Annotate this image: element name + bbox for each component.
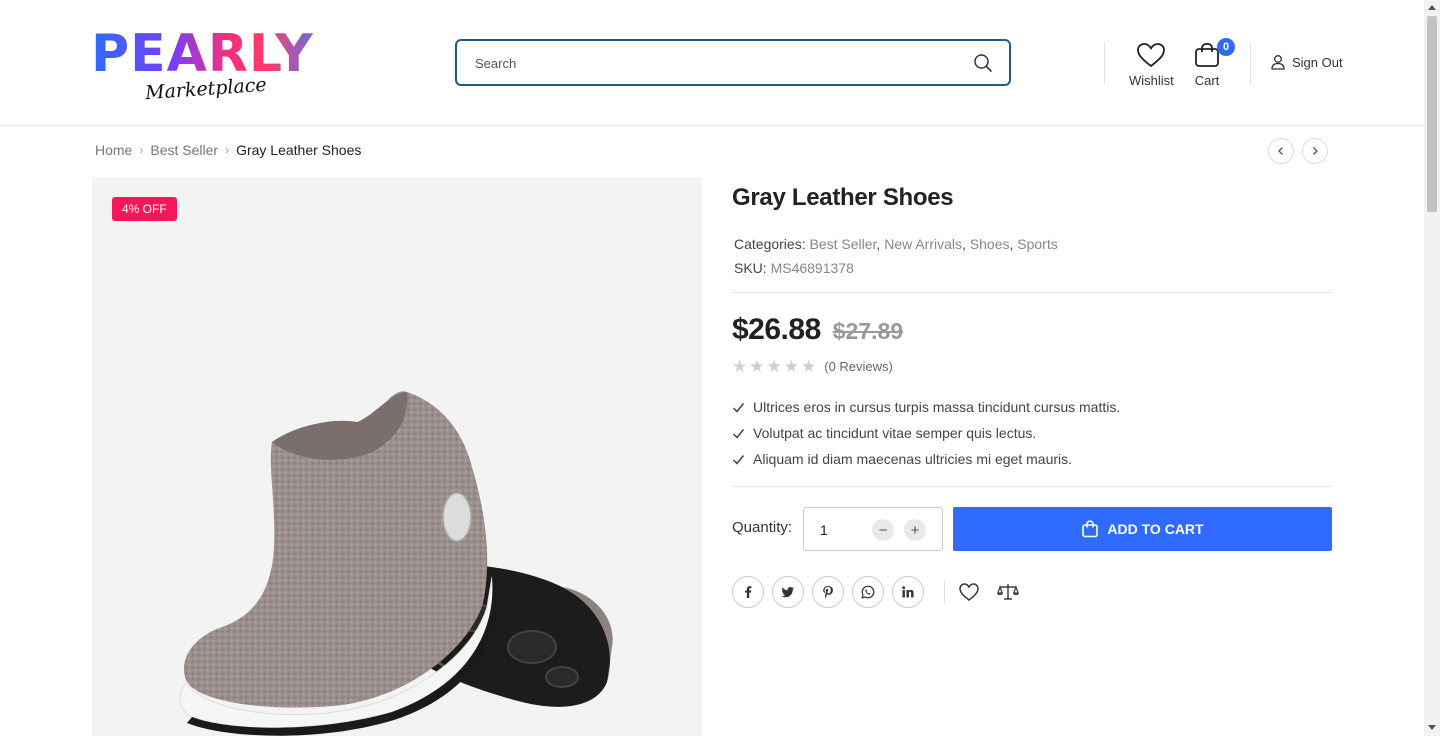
feature-text: Ultrices eros in cursus turpis massa tin… (753, 399, 1121, 415)
category-link[interactable]: Shoes (970, 236, 1010, 252)
feature-text: Aliquam id diam maecenas ultricies mi eg… (753, 451, 1073, 467)
cart-label: Cart (1194, 73, 1220, 88)
sign-out-label: Sign Out (1292, 54, 1343, 70)
next-product-button[interactable] (1302, 138, 1328, 164)
sku-value: MS46891378 (770, 260, 854, 276)
user-icon (1271, 55, 1285, 70)
quantity-input[interactable] (820, 520, 860, 540)
pinterest-icon[interactable] (812, 576, 844, 608)
categories-row: Categories: Best Seller, New Arrivals, S… (734, 236, 1058, 252)
list-item: Ultrices eros in cursus turpis massa tin… (732, 394, 1120, 420)
star-icon: ★ (766, 357, 782, 376)
heart-icon[interactable] (958, 581, 980, 603)
quantity-label: Quantity: (732, 519, 793, 536)
cart-button[interactable]: 0 Cart (1192, 38, 1235, 88)
category-link[interactable]: New Arrivals (884, 236, 962, 252)
chevron-right-icon: › (139, 143, 144, 157)
add-to-cart-button[interactable]: ADD TO CART (953, 507, 1332, 551)
header-divider (1250, 42, 1251, 84)
chevron-right-icon (1313, 147, 1318, 155)
shoe-illustration (179, 391, 613, 736)
sku-label: SKU: (734, 260, 767, 276)
scroll-down-arrow-icon[interactable] (1428, 725, 1436, 730)
sign-out-button[interactable]: Sign Out (1270, 54, 1343, 70)
logo-text: PEARLY (91, 28, 326, 80)
star-icon: ★ (749, 357, 765, 376)
breadcrumb-best-seller[interactable]: Best Seller (150, 142, 218, 158)
header-divider (1104, 42, 1105, 84)
scroll-up-arrow-icon[interactable] (1428, 5, 1436, 10)
product-title: Gray Leather Shoes (732, 184, 954, 211)
old-price: $27.89 (832, 318, 904, 344)
product-meta: Categories: Best Seller, New Arrivals, S… (734, 232, 1058, 280)
divider (732, 292, 1332, 293)
add-to-cart-label: ADD TO CART (1107, 521, 1204, 537)
price-block: $26.88 $27.89 (732, 313, 903, 347)
discount-badge: 4% OFF (112, 197, 177, 221)
facebook-icon[interactable] (732, 576, 764, 608)
search-box (455, 39, 1011, 86)
rating[interactable]: ★ ★ ★ ★ ★ (0 Reviews) (732, 358, 893, 375)
scrollbar-thumb[interactable] (1427, 16, 1437, 212)
feature-list: Ultrices eros in cursus turpis massa tin… (732, 394, 1120, 472)
shopping-bag-icon (1082, 520, 1099, 538)
search-input[interactable] (475, 51, 955, 75)
social-divider (944, 581, 945, 603)
reviews-count[interactable]: (0 Reviews) (824, 359, 893, 374)
feature-text: Volutpat ac tincidunt vitae semper quis … (753, 425, 1037, 441)
breadcrumb-current: Gray Leather Shoes (236, 142, 362, 158)
check-icon (732, 402, 745, 413)
plus-icon[interactable]: + (904, 519, 926, 541)
product-image[interactable]: 4% OFF (92, 177, 702, 736)
twitter-icon[interactable] (772, 576, 804, 608)
star-icon: ★ (732, 357, 748, 376)
current-price: $26.88 (732, 313, 821, 346)
list-item: Volutpat ac tincidunt vitae semper quis … (732, 420, 1120, 446)
check-icon (732, 454, 745, 465)
wishlist-label: Wishlist (1129, 73, 1174, 88)
divider (732, 486, 1332, 487)
star-icon: ★ (783, 357, 799, 376)
sku-row: SKU: MS46891378 (734, 256, 1058, 280)
breadcrumb-home[interactable]: Home (95, 142, 132, 158)
category-link[interactable]: Best Seller (809, 236, 876, 252)
site-header: PEARLY Marketplace Wishlist 0 Cart Sign … (0, 0, 1424, 126)
star-icon: ★ (801, 357, 817, 376)
chevron-right-icon: › (225, 143, 230, 157)
heart-icon (1137, 43, 1165, 68)
category-link[interactable]: Sports (1017, 236, 1057, 252)
vertical-scrollbar[interactable] (1424, 0, 1440, 736)
search-icon[interactable] (973, 53, 993, 73)
compare-scale-icon[interactable] (997, 581, 1019, 603)
breadcrumb: Home › Best Seller › Gray Leather Shoes (95, 142, 361, 158)
pearly-logo[interactable]: PEARLY Marketplace (91, 28, 326, 106)
minus-icon[interactable]: − (872, 519, 894, 541)
quantity-stepper: − + (803, 507, 943, 551)
chevron-left-icon (1278, 147, 1283, 155)
list-item: Aliquam id diam maecenas ultricies mi eg… (732, 446, 1120, 472)
check-icon (732, 428, 745, 439)
linkedin-icon[interactable] (892, 576, 924, 608)
cart-count-badge: 0 (1217, 38, 1235, 56)
categories-label: Categories: (734, 236, 806, 252)
wishlist-button[interactable]: Wishlist (1129, 42, 1174, 88)
previous-product-button[interactable] (1268, 138, 1294, 164)
whatsapp-icon[interactable] (852, 576, 884, 608)
